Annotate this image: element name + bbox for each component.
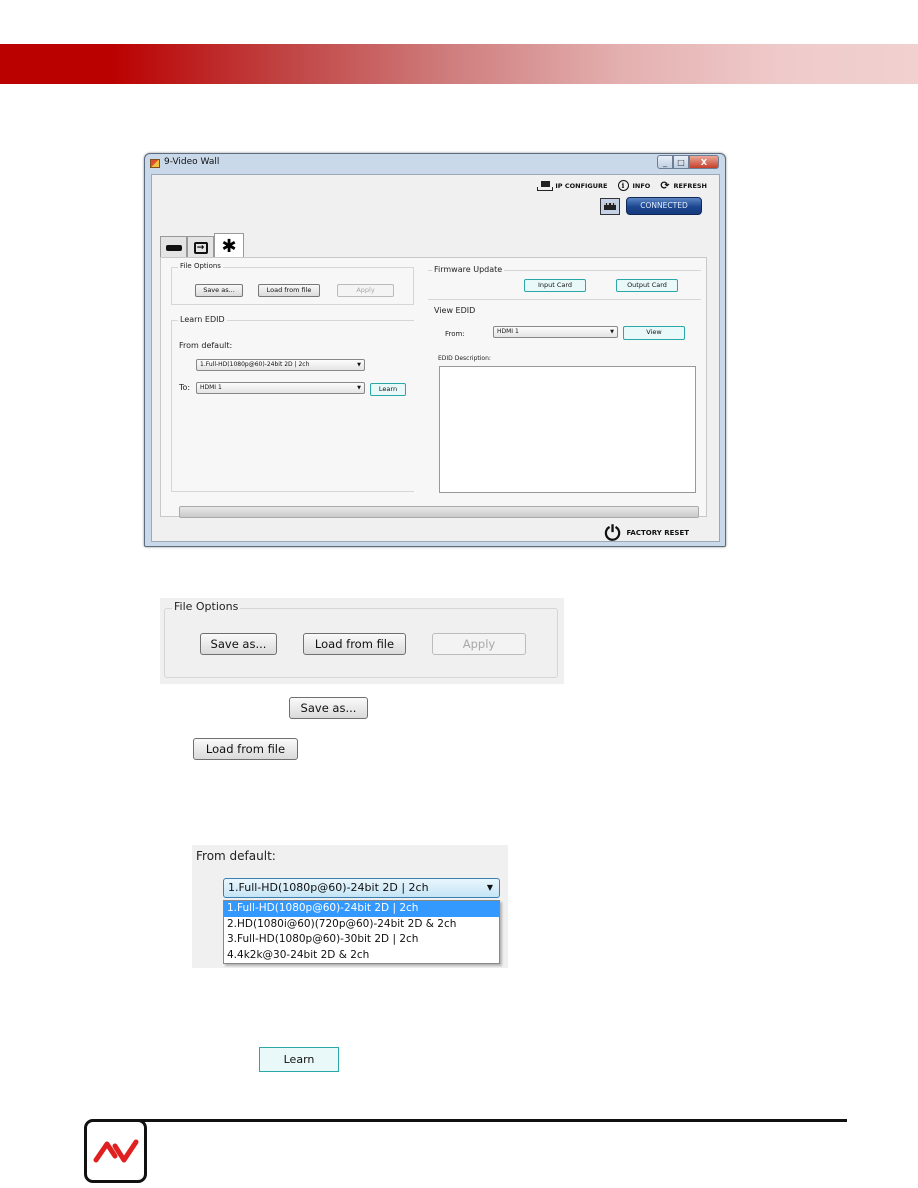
from-default-callout-value: 1.Full-HD(1080p@60)-24bit 2D | 2ch: [228, 881, 429, 894]
save-as-example-button[interactable]: Save as...: [289, 697, 368, 719]
connected-button[interactable]: CONNECTED: [626, 197, 702, 215]
refresh-link[interactable]: REFRESH: [674, 182, 707, 190]
top-links: IP CONFIGURE i INFO ⟳ REFRESH: [537, 180, 707, 191]
ip-configure-link[interactable]: IP CONFIGURE: [555, 182, 607, 190]
page-header-band: [0, 44, 918, 84]
chevron-down-icon: ▼: [486, 883, 493, 892]
app-icon: [150, 159, 160, 168]
chevron-down-icon: ▼: [610, 329, 614, 335]
from-default-dropdown-list: 1.Full-HD(1080p@60)-24bit 2D | 2ch 2.HD(…: [223, 900, 500, 964]
factory-reset-button[interactable]: ⏻ FACTORY RESET: [605, 523, 689, 543]
view-button[interactable]: View: [623, 326, 685, 340]
dropdown-option[interactable]: 4.4k2k@30-24bit 2D & 2ch: [224, 948, 499, 964]
from-default-select[interactable]: 1.Full-HD(1080p@60)-24bit 2D | 2ch ▼: [196, 359, 365, 371]
firmware-update-legend: Firmware Update: [432, 265, 505, 274]
input-card-button[interactable]: Input Card: [524, 279, 586, 292]
chevron-down-icon: ▼: [357, 362, 361, 368]
progress-bar: [179, 506, 699, 518]
dropdown-option[interactable]: 2.HD(1080i@60)(720p@60)-24bit 2D & 2ch: [224, 917, 499, 933]
learn-edid-legend: Learn EDID: [178, 315, 227, 324]
view-from-label: From:: [445, 330, 465, 338]
learn-example-button[interactable]: Learn: [259, 1047, 339, 1072]
dropdown-option[interactable]: 1.Full-HD(1080p@60)-24bit 2D | 2ch: [224, 901, 499, 917]
tab-settings[interactable]: ✱: [214, 233, 244, 258]
settings-panel: File Options Save as... Load from file A…: [160, 257, 707, 517]
edid-description-textarea[interactable]: [439, 366, 696, 493]
edid-description-label: EDID Description:: [438, 355, 491, 362]
output-card-button[interactable]: Output Card: [616, 279, 678, 292]
input-icon: →: [193, 241, 208, 254]
factory-reset-icon: ⏻: [604, 521, 621, 545]
learn-edid-group: Learn EDID From default: 1.Full-HD(1080p…: [171, 315, 414, 492]
footer-divider: [112, 1119, 847, 1122]
firmware-update-group: Firmware Update Input Card Output Card: [428, 265, 701, 300]
apply-button[interactable]: Apply: [337, 284, 394, 297]
close-button[interactable]: X: [689, 155, 719, 169]
to-value: HDMI 1: [200, 384, 222, 391]
file-options-callout-legend: File Options: [172, 600, 241, 613]
title-bar: 9-Video Wall _ □ X: [145, 154, 725, 174]
file-options-callout: File Options Save as... Load from file A…: [160, 598, 564, 684]
refresh-icon[interactable]: ⟳: [660, 180, 669, 191]
to-label: To:: [179, 383, 191, 392]
from-default-callout: From default: 1.Full-HD(1080p@60)-24bit …: [192, 845, 508, 968]
brand-logo: [84, 1119, 147, 1183]
from-default-value: 1.Full-HD(1080p@60)-24bit 2D | 2ch: [200, 361, 310, 368]
maximize-button[interactable]: □: [673, 155, 689, 169]
window-client: IP CONFIGURE i INFO ⟳ REFRESH CONNECTED …: [151, 174, 720, 543]
app-window: 9-Video Wall _ □ X IP CONFIGURE i INFO ⟳…: [144, 153, 726, 547]
file-options-group: File Options Save as... Load from file A…: [171, 262, 414, 305]
from-default-callout-label: From default:: [196, 849, 276, 863]
info-link[interactable]: INFO: [633, 182, 651, 190]
learn-button[interactable]: Learn: [370, 383, 406, 396]
apply-callout-button[interactable]: Apply: [432, 633, 526, 655]
save-as-callout-button[interactable]: Save as...: [200, 633, 277, 655]
window-title: 9-Video Wall: [164, 157, 220, 167]
gear-icon: ✱: [221, 235, 237, 257]
minimize-button[interactable]: _: [657, 155, 673, 169]
to-select[interactable]: HDMI 1 ▼: [196, 382, 365, 394]
load-from-file-callout-button[interactable]: Load from file: [303, 633, 406, 655]
chevron-down-icon: ▼: [357, 385, 361, 391]
info-icon[interactable]: i: [617, 180, 629, 191]
view-from-select[interactable]: HDMI 1 ▼: [493, 326, 618, 338]
factory-reset-label: FACTORY RESET: [626, 529, 689, 537]
load-from-file-button[interactable]: Load from file: [258, 284, 320, 297]
load-from-file-example-button[interactable]: Load from file: [193, 738, 298, 760]
tab-input[interactable]: →: [187, 236, 214, 258]
av-logo-icon: [93, 1139, 138, 1163]
dropdown-option[interactable]: 3.Full-HD(1080p@60)-30bit 2D | 2ch: [224, 932, 499, 948]
from-default-label: From default:: [179, 341, 233, 350]
from-default-callout-select[interactable]: 1.Full-HD(1080p@60)-24bit 2D | 2ch ▼: [223, 878, 500, 898]
serial-port-icon[interactable]: [600, 197, 620, 215]
file-options-legend: File Options: [178, 262, 223, 270]
save-as-button[interactable]: Save as...: [195, 284, 243, 297]
view-edid-legend: View EDID: [434, 306, 476, 315]
view-from-value: HDMI 1: [497, 328, 519, 335]
tab-bar: → ✱: [160, 233, 244, 258]
ip-configure-icon[interactable]: [537, 180, 554, 191]
tab-output[interactable]: [160, 236, 187, 258]
output-icon: [165, 244, 182, 251]
